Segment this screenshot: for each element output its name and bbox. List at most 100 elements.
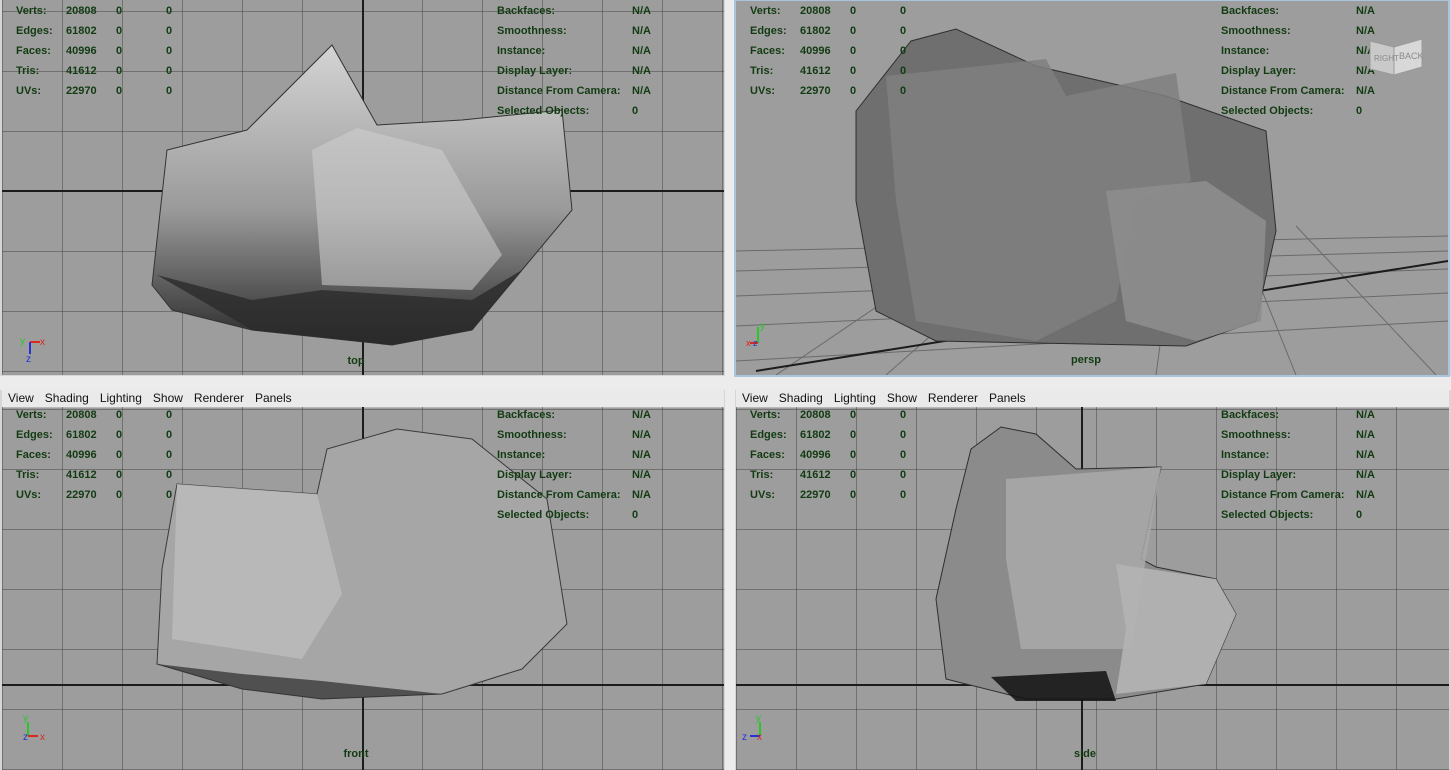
- hud-stat-label: Edges:: [16, 25, 53, 37]
- hud-info-value: N/A: [632, 45, 651, 57]
- hud-stat-v2: 0: [850, 25, 857, 37]
- hud-stat-v1: 41612: [800, 65, 831, 77]
- hud-info-label: Instance:: [497, 45, 546, 57]
- hud-info-value: N/A: [632, 429, 651, 441]
- hud-stat-v3: 0: [166, 429, 173, 441]
- hud-stat-label: Verts:: [750, 409, 781, 421]
- hud-stat-v2: 0: [116, 25, 123, 37]
- hud-stat-v3: 0: [900, 449, 907, 461]
- hud-stat-v1: 22970: [800, 489, 831, 501]
- viewcube-back-face: BACK: [1399, 51, 1424, 61]
- hud-stat-label: Tris:: [16, 65, 40, 77]
- hud-stat-v2: 0: [850, 409, 857, 421]
- hud-info-value: N/A: [632, 409, 651, 421]
- hud-info-label: Smoothness:: [1221, 429, 1291, 441]
- hud-stat-v3: 0: [166, 85, 173, 97]
- viewport-top[interactable]: Verts: 20808 0 0 Edges: 61802 0 0 Faces: 40996 0 0 T…: [2, 0, 724, 375]
- hud-info-label: Display Layer:: [497, 65, 573, 77]
- hud-info-value: N/A: [632, 25, 651, 37]
- hud-stat-v1: 20808: [800, 5, 831, 17]
- hud-stat-v2: 0: [850, 469, 857, 481]
- hud-stat-v1: 61802: [800, 429, 831, 441]
- hud-info-value: 0: [1356, 509, 1363, 521]
- rock-mesh[interactable]: [2, 389, 724, 770]
- hud-stat-v1: 22970: [66, 85, 97, 97]
- hud-stat-v3: 0: [900, 489, 907, 501]
- hud-info-label: Selected Objects:: [497, 105, 590, 117]
- rock-mesh[interactable]: [2, 0, 724, 375]
- hud-info-label: Display Layer:: [497, 469, 573, 481]
- hud-stat-v1: 61802: [66, 25, 97, 37]
- hud-stat-v3: 0: [166, 409, 173, 421]
- hud-info-value: N/A: [632, 449, 651, 461]
- view-cube[interactable]: RIGHT BACK: [1368, 37, 1424, 77]
- hud-info-label: Backfaces:: [1221, 409, 1280, 421]
- hud-stat-label: Verts:: [16, 5, 47, 17]
- hud-stat-v3: 0: [900, 45, 907, 57]
- axis-orientation-gizmo: y x z: [20, 336, 45, 365]
- hud-stat-v1: 40996: [800, 449, 831, 461]
- hud-stat-label: Faces:: [16, 449, 51, 461]
- hud-stat-v2: 0: [850, 5, 857, 17]
- rock-mesh[interactable]: [736, 389, 1449, 770]
- hud-stat-v1: 61802: [800, 25, 831, 37]
- hud-stat-v1: 20808: [66, 5, 97, 17]
- hud-stat-v3: 0: [166, 45, 173, 57]
- hud-info-value: N/A: [632, 5, 651, 17]
- hud-info-label: Display Layer:: [1221, 65, 1297, 77]
- hud-info-value: N/A: [1356, 469, 1375, 481]
- hud-stat-v2: 0: [850, 85, 857, 97]
- hud-stat-v3: 0: [166, 469, 173, 481]
- hud-info-value: N/A: [1356, 449, 1375, 461]
- hud-info-label: Instance:: [497, 449, 546, 461]
- hud-stat-v2: 0: [116, 429, 123, 441]
- hud-info-label: Instance:: [1221, 45, 1270, 57]
- hud-info-label: Instance:: [1221, 449, 1270, 461]
- camera-name-label: side: [1073, 748, 1097, 760]
- hud-stat-label: UVs:: [750, 85, 776, 97]
- hud-stat-v3: 0: [166, 449, 173, 461]
- hud-stat-label: Edges:: [16, 429, 53, 441]
- hud-info-value: N/A: [632, 85, 651, 97]
- hud-stat-v2: 0: [850, 449, 857, 461]
- hud-info-value: N/A: [632, 65, 651, 77]
- hud-stat-label: Tris:: [750, 469, 774, 481]
- vertical-splitter[interactable]: [725, 0, 735, 770]
- z-axis-label: z: [26, 354, 31, 365]
- hud-stat-label: Edges:: [750, 429, 787, 441]
- perspective-grid: [736, 28, 1448, 375]
- hud-stat-v2: 0: [116, 409, 123, 421]
- hud-info-label: Backfaces:: [1221, 5, 1280, 17]
- hud-info-label: Distance From Camera:: [497, 489, 621, 501]
- hud-stat-label: Tris:: [16, 469, 40, 481]
- hud-stat-v1: 41612: [800, 469, 831, 481]
- hud-info-label: Distance From Camera:: [1221, 489, 1345, 501]
- hud-stat-v2: 0: [850, 45, 857, 57]
- hud-stat-v3: 0: [900, 65, 907, 77]
- hud-stat-v1: 22970: [66, 489, 97, 501]
- hud-stat-label: Faces:: [750, 449, 785, 461]
- y-axis-label: y: [23, 713, 28, 724]
- viewport-front[interactable]: View Shading Lighting Show Renderer Panels Ve…: [2, 389, 724, 770]
- viewport-side[interactable]: View Shading Lighting Show Renderer Panels Ve…: [736, 389, 1449, 770]
- hud-stat-label: UVs:: [16, 489, 42, 501]
- hud-stat-v2: 0: [116, 469, 123, 481]
- hud-stat-v1: 20808: [66, 409, 97, 421]
- hud-stat-v1: 41612: [66, 65, 97, 77]
- hud-info-value: N/A: [1356, 5, 1375, 17]
- hud-info-value: N/A: [1356, 85, 1375, 97]
- hud-stat-v3: 0: [900, 469, 907, 481]
- hud-info-label: Selected Objects:: [1221, 105, 1314, 117]
- hud-stat-v2: 0: [116, 449, 123, 461]
- hud-stat-v2: 0: [850, 65, 857, 77]
- camera-name-label: persp: [1071, 354, 1101, 366]
- axis-orientation-gizmo: y z x: [742, 713, 762, 743]
- hud-stat-v2: 0: [116, 489, 123, 501]
- hud-info-label: Distance From Camera:: [1221, 85, 1345, 97]
- hud-stat-label: Verts:: [16, 409, 47, 421]
- y-axis-label: y: [760, 321, 765, 332]
- hud-stat-label: Edges:: [750, 25, 787, 37]
- viewport-persp[interactable]: Verts: 20808 0 0 Edges: 61802 0 0 Faces: 40996 0 0 T…: [734, 0, 1450, 377]
- hud-stat-v2: 0: [850, 489, 857, 501]
- hud-info-value: N/A: [632, 489, 651, 501]
